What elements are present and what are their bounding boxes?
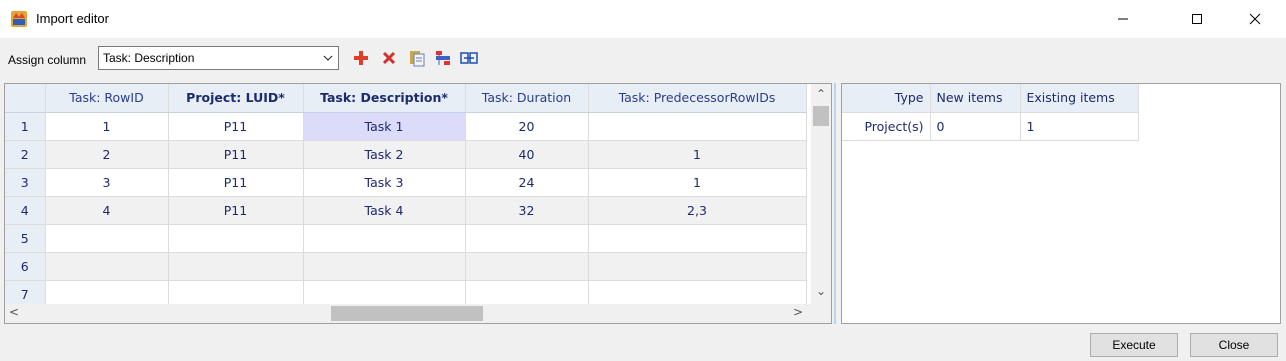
table-row[interactable]: 6 — [5, 252, 807, 281]
summary-grid[interactable]: Type New items Existing items Project(s)… — [842, 84, 1139, 141]
row-number[interactable]: 2 — [5, 140, 46, 169]
column-header[interactable]: Type — [842, 84, 931, 113]
grid-cell[interactable]: 3 — [45, 168, 169, 197]
table-row[interactable]: 5 — [5, 224, 807, 253]
close-icon — [1249, 13, 1261, 25]
table-row[interactable]: 2 2 P11 Task 2 40 1 — [5, 140, 807, 169]
assign-column-combo[interactable]: Task: Description — [98, 46, 339, 70]
summary-panel: Type New items Existing items Project(s)… — [841, 83, 1281, 324]
scroll-up-icon[interactable]: ⌃ — [816, 87, 826, 101]
delete-icon — [382, 51, 396, 65]
assign-column-label: Assign column — [8, 53, 87, 67]
execute-button[interactable]: Execute — [1090, 333, 1178, 357]
app-icon — [11, 11, 27, 27]
scroll-down-icon[interactable]: ⌄ — [816, 284, 826, 298]
row-number[interactable]: 6 — [5, 252, 46, 281]
grid-cell[interactable] — [588, 252, 807, 281]
chevron-down-icon — [323, 55, 333, 61]
import-grid-panel: Task: RowID Project: LUID* Task: Descrip… — [4, 83, 832, 324]
window-title: Import editor — [36, 11, 109, 26]
grid-cell[interactable]: 1 — [588, 168, 807, 197]
grid-cell[interactable]: 1 — [588, 140, 807, 169]
grid-cell[interactable] — [45, 252, 169, 281]
close-button[interactable]: Close — [1190, 333, 1278, 357]
delete-button[interactable] — [380, 49, 398, 67]
grid-cell[interactable] — [168, 252, 304, 281]
grid-cell-selected[interactable]: Task 1 — [303, 112, 466, 141]
summary-cell[interactable]: 1 — [1020, 112, 1139, 141]
grid-cell[interactable] — [303, 252, 466, 281]
grid-cell[interactable]: 2 — [45, 140, 169, 169]
grid-cell[interactable] — [45, 224, 169, 253]
add-button[interactable] — [352, 49, 370, 67]
assign-column-value: Task: Description — [103, 51, 195, 65]
grid-cell[interactable]: 40 — [465, 140, 589, 169]
grid-header-row: Task: RowID Project: LUID* Task: Descrip… — [5, 84, 807, 113]
table-row[interactable]: 3 3 P11 Task 3 24 1 — [5, 168, 807, 197]
table-row[interactable]: 1 1 P11 Task 1 20 — [5, 112, 807, 141]
panel-splitter[interactable] — [832, 83, 840, 324]
add-icon — [354, 51, 368, 65]
maximize-button[interactable] — [1174, 0, 1220, 38]
row-number[interactable]: 4 — [5, 196, 46, 225]
import-grid[interactable]: Task: RowID Project: LUID* Task: Descrip… — [5, 84, 807, 309]
vertical-scrollbar[interactable]: ⌃ ⌄ — [811, 84, 831, 305]
corner-cell[interactable] — [5, 84, 46, 113]
column-header[interactable]: Task: RowID — [45, 84, 169, 113]
minimize-button[interactable] — [1100, 0, 1146, 38]
close-window-button[interactable] — [1232, 0, 1278, 38]
row-number[interactable]: 1 — [5, 112, 46, 141]
grid-cell[interactable]: P11 — [168, 112, 304, 141]
grid-cell[interactable]: Task 2 — [303, 140, 466, 169]
row-number[interactable]: 3 — [5, 168, 46, 197]
summary-cell[interactable]: 0 — [930, 112, 1021, 141]
paste-icon — [410, 51, 425, 67]
horizontal-scrollbar[interactable]: < > — [5, 304, 831, 323]
grid-cell[interactable]: 20 — [465, 112, 589, 141]
table-row[interactable]: 4 4 P11 Task 4 32 2,3 — [5, 196, 807, 225]
column-header[interactable]: Task: Description* — [303, 84, 466, 113]
row-number[interactable]: 5 — [5, 224, 46, 253]
reorder-button[interactable] — [434, 49, 452, 67]
column-header[interactable]: Task: Duration — [465, 84, 589, 113]
grid-cell[interactable]: 2,3 — [588, 196, 807, 225]
summary-header-row: Type New items Existing items — [842, 84, 1139, 113]
grid-cell[interactable]: 1 — [45, 112, 169, 141]
summary-cell[interactable]: Project(s) — [842, 112, 931, 141]
vertical-scroll-thumb[interactable] — [813, 106, 829, 126]
column-header[interactable]: New items — [930, 84, 1021, 113]
column-header[interactable]: Task: PredecessorRowIDs — [588, 84, 807, 113]
column-header[interactable]: Project: LUID* — [168, 84, 304, 113]
grid-cell[interactable] — [303, 224, 466, 253]
grid-cell[interactable]: P11 — [168, 168, 304, 197]
horizontal-scroll-thumb[interactable] — [331, 306, 483, 321]
column-header[interactable]: Existing items — [1020, 84, 1139, 113]
grid-cell[interactable] — [588, 112, 807, 141]
summary-row[interactable]: Project(s) 0 1 — [842, 112, 1139, 141]
grid-cell[interactable]: 24 — [465, 168, 589, 197]
scroll-left-icon[interactable]: < — [9, 305, 19, 319]
grid-cell[interactable]: P11 — [168, 140, 304, 169]
title-bar: Import editor — [0, 0, 1286, 38]
reorder-icon — [436, 51, 450, 65]
scroll-right-icon[interactable]: > — [793, 305, 803, 319]
grid-cell[interactable]: Task 3 — [303, 168, 466, 197]
grid-cell[interactable] — [465, 252, 589, 281]
grid-cell[interactable]: P11 — [168, 196, 304, 225]
swap-columns-button[interactable] — [460, 49, 478, 67]
grid-cell[interactable] — [168, 224, 304, 253]
maximize-icon — [1192, 14, 1202, 24]
minimize-icon — [1118, 18, 1128, 20]
paste-button[interactable] — [408, 49, 426, 67]
grid-cell[interactable]: 4 — [45, 196, 169, 225]
grid-cell[interactable]: Task 4 — [303, 196, 466, 225]
grid-cell[interactable] — [465, 224, 589, 253]
grid-cell[interactable] — [588, 224, 807, 253]
grid-cell[interactable]: 32 — [465, 196, 589, 225]
swap-columns-icon — [460, 52, 478, 64]
